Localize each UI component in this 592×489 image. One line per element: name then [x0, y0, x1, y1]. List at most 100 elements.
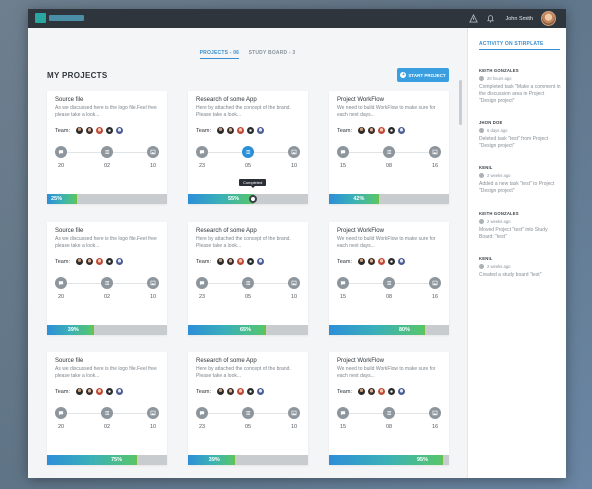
member-avatar[interactable]	[75, 127, 83, 134]
member-avatar[interactable]	[246, 258, 254, 265]
comment-icon[interactable]	[196, 277, 208, 289]
list-icon[interactable]	[242, 146, 254, 158]
bell-icon[interactable]	[486, 14, 495, 23]
member-avatar[interactable]	[367, 388, 375, 395]
user-name[interactable]: John Smith	[505, 16, 533, 22]
activity-user[interactable]: JHON DOE	[479, 120, 561, 125]
project-card[interactable]: Source file As we discussed here is the …	[47, 91, 167, 204]
comment-icon[interactable]	[55, 146, 67, 158]
card-title[interactable]: Source file	[55, 358, 83, 364]
project-card[interactable]: Source file As we discussed here is the …	[47, 222, 167, 335]
member-avatar[interactable]	[216, 258, 224, 265]
member-avatar[interactable]	[226, 127, 234, 134]
project-card[interactable]: Research of some App Here by attached th…	[188, 91, 308, 204]
member-avatar[interactable]	[105, 388, 113, 395]
member-avatar[interactable]	[387, 388, 395, 395]
activity-user[interactable]: KENIL	[479, 165, 561, 170]
member-avatar[interactable]	[75, 388, 83, 395]
project-card[interactable]: Project WorkFlow We need to build WorkFl…	[329, 91, 449, 204]
image-icon[interactable]	[147, 146, 159, 158]
start-project-button[interactable]: + START PROJECT	[397, 68, 449, 82]
image-icon[interactable]	[429, 407, 441, 419]
member-avatar[interactable]	[75, 258, 83, 265]
member-avatar[interactable]	[105, 127, 113, 134]
card-title[interactable]: Research of some App	[196, 358, 257, 364]
member-avatar[interactable]	[357, 127, 365, 134]
member-avatar[interactable]	[236, 127, 244, 134]
list-icon[interactable]	[383, 407, 395, 419]
member-avatar[interactable]	[377, 388, 385, 395]
activity-user[interactable]: KEITH GONZALES	[479, 211, 561, 216]
member-avatar[interactable]	[357, 388, 365, 395]
comment-icon[interactable]	[196, 146, 208, 158]
list-icon[interactable]	[242, 277, 254, 289]
member-avatar[interactable]	[115, 127, 123, 134]
alert-icon[interactable]	[469, 14, 479, 23]
member-avatar[interactable]	[246, 127, 254, 134]
member-avatar[interactable]	[105, 258, 113, 265]
comment-icon[interactable]	[337, 277, 349, 289]
card-title[interactable]: Source file	[55, 228, 83, 234]
comment-icon[interactable]	[55, 407, 67, 419]
scrollbar-thumb[interactable]	[459, 80, 462, 125]
comment-icon[interactable]	[337, 146, 349, 158]
card-title[interactable]: Project WorkFlow	[337, 228, 384, 234]
member-avatar[interactable]	[357, 258, 365, 265]
member-avatar[interactable]	[226, 388, 234, 395]
list-icon[interactable]	[383, 277, 395, 289]
member-avatar[interactable]	[377, 258, 385, 265]
member-avatar[interactable]	[226, 258, 234, 265]
image-icon[interactable]	[288, 146, 300, 158]
image-icon[interactable]	[147, 277, 159, 289]
list-icon[interactable]	[101, 146, 113, 158]
list-icon[interactable]	[383, 146, 395, 158]
project-card[interactable]: Source file As we discussed here is the …	[47, 352, 167, 465]
member-avatar[interactable]	[236, 388, 244, 395]
image-icon[interactable]	[288, 407, 300, 419]
member-avatar[interactable]	[256, 127, 264, 134]
member-avatar[interactable]	[85, 388, 93, 395]
member-avatar[interactable]	[256, 258, 264, 265]
comment-icon[interactable]	[55, 277, 67, 289]
image-icon[interactable]	[288, 277, 300, 289]
image-icon[interactable]	[429, 146, 441, 158]
card-title[interactable]: Research of some App	[196, 97, 257, 103]
member-avatar[interactable]	[85, 127, 93, 134]
comment-icon[interactable]	[196, 407, 208, 419]
member-avatar[interactable]	[397, 127, 405, 134]
member-avatar[interactable]	[216, 388, 224, 395]
member-avatar[interactable]	[377, 127, 385, 134]
member-avatar[interactable]	[397, 388, 405, 395]
project-card[interactable]: Project WorkFlow We need to build WorkFl…	[329, 352, 449, 465]
card-title[interactable]: Project WorkFlow	[337, 97, 384, 103]
member-avatar[interactable]	[95, 258, 103, 265]
member-avatar[interactable]	[115, 258, 123, 265]
member-avatar[interactable]	[95, 127, 103, 134]
card-title[interactable]: Project WorkFlow	[337, 358, 384, 364]
tab-study-board[interactable]: STUDY BOARD - 3	[249, 50, 296, 58]
comment-icon[interactable]	[337, 407, 349, 419]
member-avatar[interactable]	[95, 388, 103, 395]
member-avatar[interactable]	[256, 388, 264, 395]
member-avatar[interactable]	[367, 258, 375, 265]
activity-user[interactable]: KEITH GONZALES	[479, 68, 561, 73]
member-avatar[interactable]	[387, 258, 395, 265]
image-icon[interactable]	[147, 407, 159, 419]
activity-user[interactable]: KENIL	[479, 256, 561, 261]
member-avatar[interactable]	[216, 127, 224, 134]
card-title[interactable]: Research of some App	[196, 228, 257, 234]
list-icon[interactable]	[101, 277, 113, 289]
member-avatar[interactable]	[367, 127, 375, 134]
member-avatar[interactable]	[246, 388, 254, 395]
member-avatar[interactable]	[85, 258, 93, 265]
progress-handle[interactable]	[249, 195, 257, 203]
project-card[interactable]: Project WorkFlow We need to build WorkFl…	[329, 222, 449, 335]
list-icon[interactable]	[101, 407, 113, 419]
member-avatar[interactable]	[397, 258, 405, 265]
list-icon[interactable]	[242, 407, 254, 419]
project-card[interactable]: Research of some App Here by attached th…	[188, 222, 308, 335]
tab-projects[interactable]: PROJECTS - 06	[199, 50, 240, 59]
member-avatar[interactable]	[236, 258, 244, 265]
card-title[interactable]: Source file	[55, 97, 83, 103]
project-card[interactable]: Research of some App Here by attached th…	[188, 352, 308, 465]
